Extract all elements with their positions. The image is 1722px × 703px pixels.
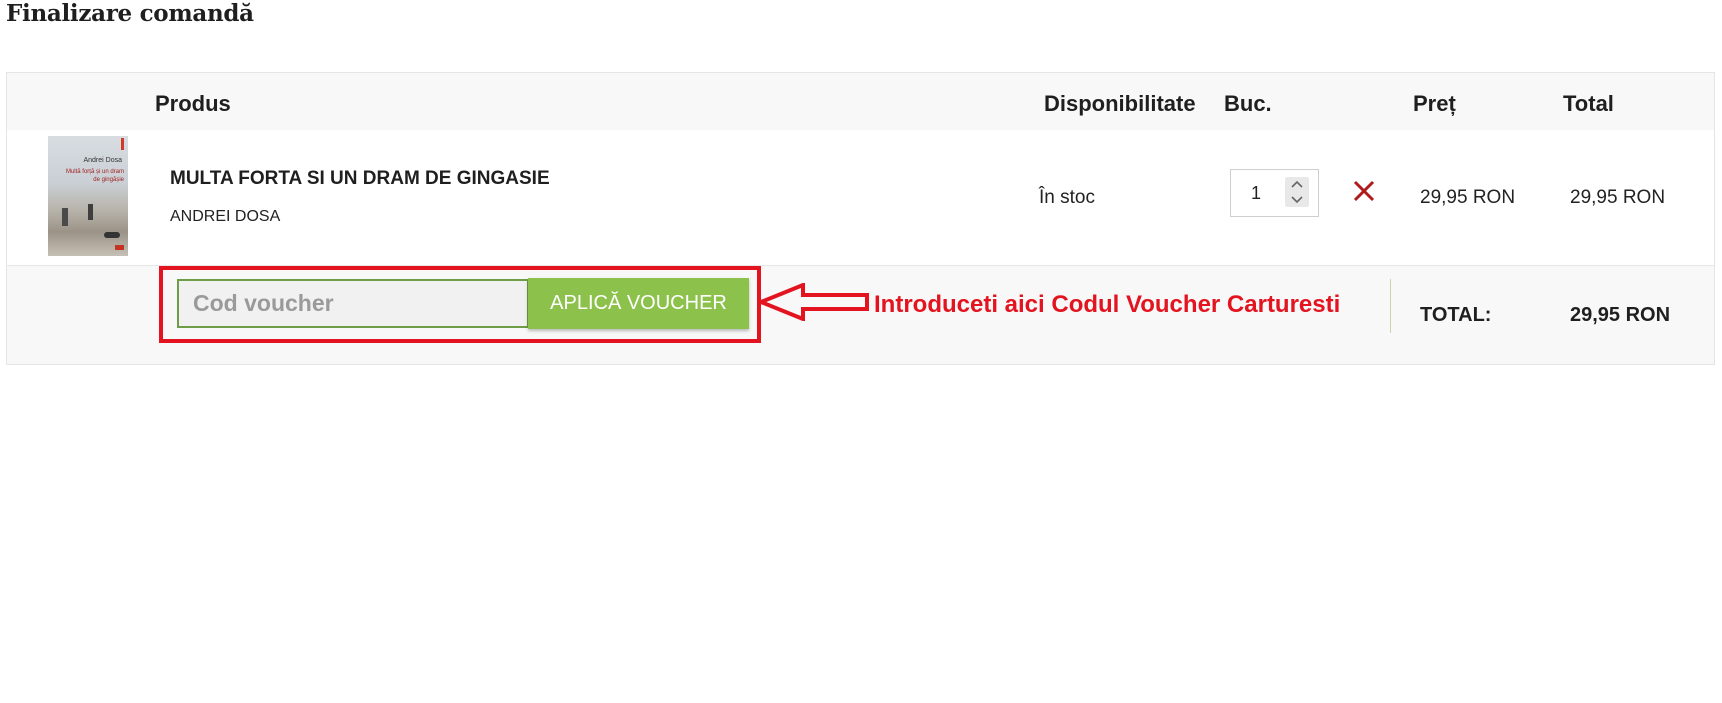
quantity-spinner[interactable] [1285,177,1309,207]
summary-divider [1390,279,1391,333]
availability-status: În stoc [1039,187,1095,208]
header-product: Produs [155,91,231,116]
header-quantity: Buc. [1224,91,1272,116]
table-row: Andrei Dosa Multă forță și un dram de gi… [7,130,1714,266]
cover-mark [121,138,124,150]
header-availability: Disponibilitate [1044,91,1196,116]
page-title: Finalizare comandă [6,0,254,27]
quantity-stepper[interactable]: 1 [1230,169,1319,217]
item-total: 29,95 RON [1570,187,1666,208]
cart-table: Produs Disponibilitate Buc. Preț Total A… [6,72,1715,365]
annotation-arrow-icon [759,283,869,321]
annotation-highlight-box [159,266,761,343]
item-price: 29,95 RON [1420,187,1516,208]
annotation-text: Introduceti aici Codul Voucher Carturest… [874,291,1341,318]
table-header: Produs Disponibilitate Buc. Preț Total [7,73,1714,131]
product-author: ANDREI DOSA [170,208,281,225]
chevron-up-icon[interactable] [1285,177,1309,192]
total-label: TOTAL: [1420,304,1492,326]
header-price: Preț [1413,91,1456,116]
cover-title: Multă forță și un dram de gingășie [65,169,124,183]
chevron-down-icon[interactable] [1285,192,1309,207]
header-total: Total [1563,91,1614,116]
quantity-value[interactable]: 1 [1251,183,1261,204]
cover-author: Andrei Dosa [83,157,122,164]
product-title-link[interactable]: MULTA FORTA SI UN DRAM DE GINGASIE [170,168,550,190]
cover-figure [62,208,68,226]
remove-item-icon[interactable] [1350,177,1378,205]
cover-figure [88,204,93,220]
cover-figure [104,232,120,238]
publisher-logo [115,245,124,250]
book-cover-image[interactable]: Andrei Dosa Multă forță și un dram de gi… [48,136,128,256]
total-value: 29,95 RON [1570,304,1671,326]
